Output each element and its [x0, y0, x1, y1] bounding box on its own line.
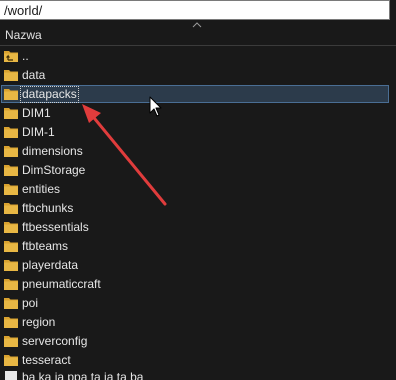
list-item[interactable]: DimStorage [0, 161, 396, 180]
folder-icon [4, 241, 18, 252]
list-item-label: pneumaticcraft [22, 277, 101, 291]
list-item[interactable]: .. [0, 47, 396, 66]
file-icon [5, 371, 17, 380]
list-item[interactable]: region [0, 313, 396, 332]
file-list: .. data datapacks DIM1 DIM-1 dimensions DimSto… [0, 47, 396, 370]
list-item[interactable]: poi [0, 294, 396, 313]
list-item-label: data [22, 68, 46, 82]
folder-icon [4, 184, 18, 195]
list-item[interactable]: tesseract [0, 351, 396, 370]
list-item-label: serverconfig [22, 334, 88, 348]
column-header[interactable]: Nazwa [0, 20, 396, 46]
list-item[interactable]: DIM-1 [0, 123, 396, 142]
list-item[interactable]: dimensions [0, 142, 396, 161]
folder-icon [4, 222, 18, 233]
folder-icon [4, 260, 18, 271]
column-name-label[interactable]: Nazwa [5, 28, 42, 42]
list-item[interactable]: ftbteams [0, 237, 396, 256]
address-bar[interactable]: /world/ [0, 0, 390, 20]
folder-icon [4, 70, 18, 81]
list-item-label: .. [22, 49, 29, 63]
list-item-label: ftbteams [22, 239, 69, 253]
folder-up-icon [4, 51, 18, 62]
list-item[interactable]: ftbessentials [0, 218, 396, 237]
list-item[interactable]: DIM1 [0, 104, 396, 123]
sort-chevron-up-icon [192, 22, 202, 28]
list-item[interactable]: ftbchunks [0, 199, 396, 218]
list-item-label: playerdata [22, 258, 79, 272]
list-item-label: datapacks [20, 86, 79, 103]
folder-icon [4, 336, 18, 347]
folder-icon [4, 203, 18, 214]
address-bar-edge [390, 0, 396, 20]
list-item-partial[interactable]: ba ka ja ppa ta ja ta ba [0, 370, 396, 380]
folder-icon [4, 127, 18, 138]
list-item-label: ba ka ja ppa ta ja ta ba [22, 370, 144, 380]
list-item-label: region [22, 315, 56, 329]
list-item-label: ftbchunks [22, 201, 74, 215]
folder-icon [4, 165, 18, 176]
folder-icon [4, 108, 18, 119]
list-item[interactable]: datapacks [0, 85, 396, 104]
list-item-label: dimensions [22, 144, 83, 158]
list-item[interactable]: playerdata [0, 256, 396, 275]
list-item-label: tesseract [22, 353, 71, 367]
list-item-label: DIM-1 [22, 125, 55, 139]
list-item[interactable]: entities [0, 180, 396, 199]
list-item-label: DIM1 [22, 106, 51, 120]
folder-icon [4, 298, 18, 309]
folder-icon [4, 317, 18, 328]
folder-icon [4, 146, 18, 157]
list-item[interactable]: pneumaticcraft [0, 275, 396, 294]
list-item-label: entities [22, 182, 61, 196]
list-item[interactable]: serverconfig [0, 332, 396, 351]
address-path: /world/ [4, 3, 43, 18]
list-item[interactable]: data [0, 66, 396, 85]
folder-icon [4, 355, 18, 366]
list-item-label: ftbessentials [22, 220, 89, 234]
folder-icon [4, 279, 18, 290]
folder-icon [4, 89, 18, 100]
list-item-label: poi [22, 296, 39, 310]
list-item-label: DimStorage [22, 163, 86, 177]
